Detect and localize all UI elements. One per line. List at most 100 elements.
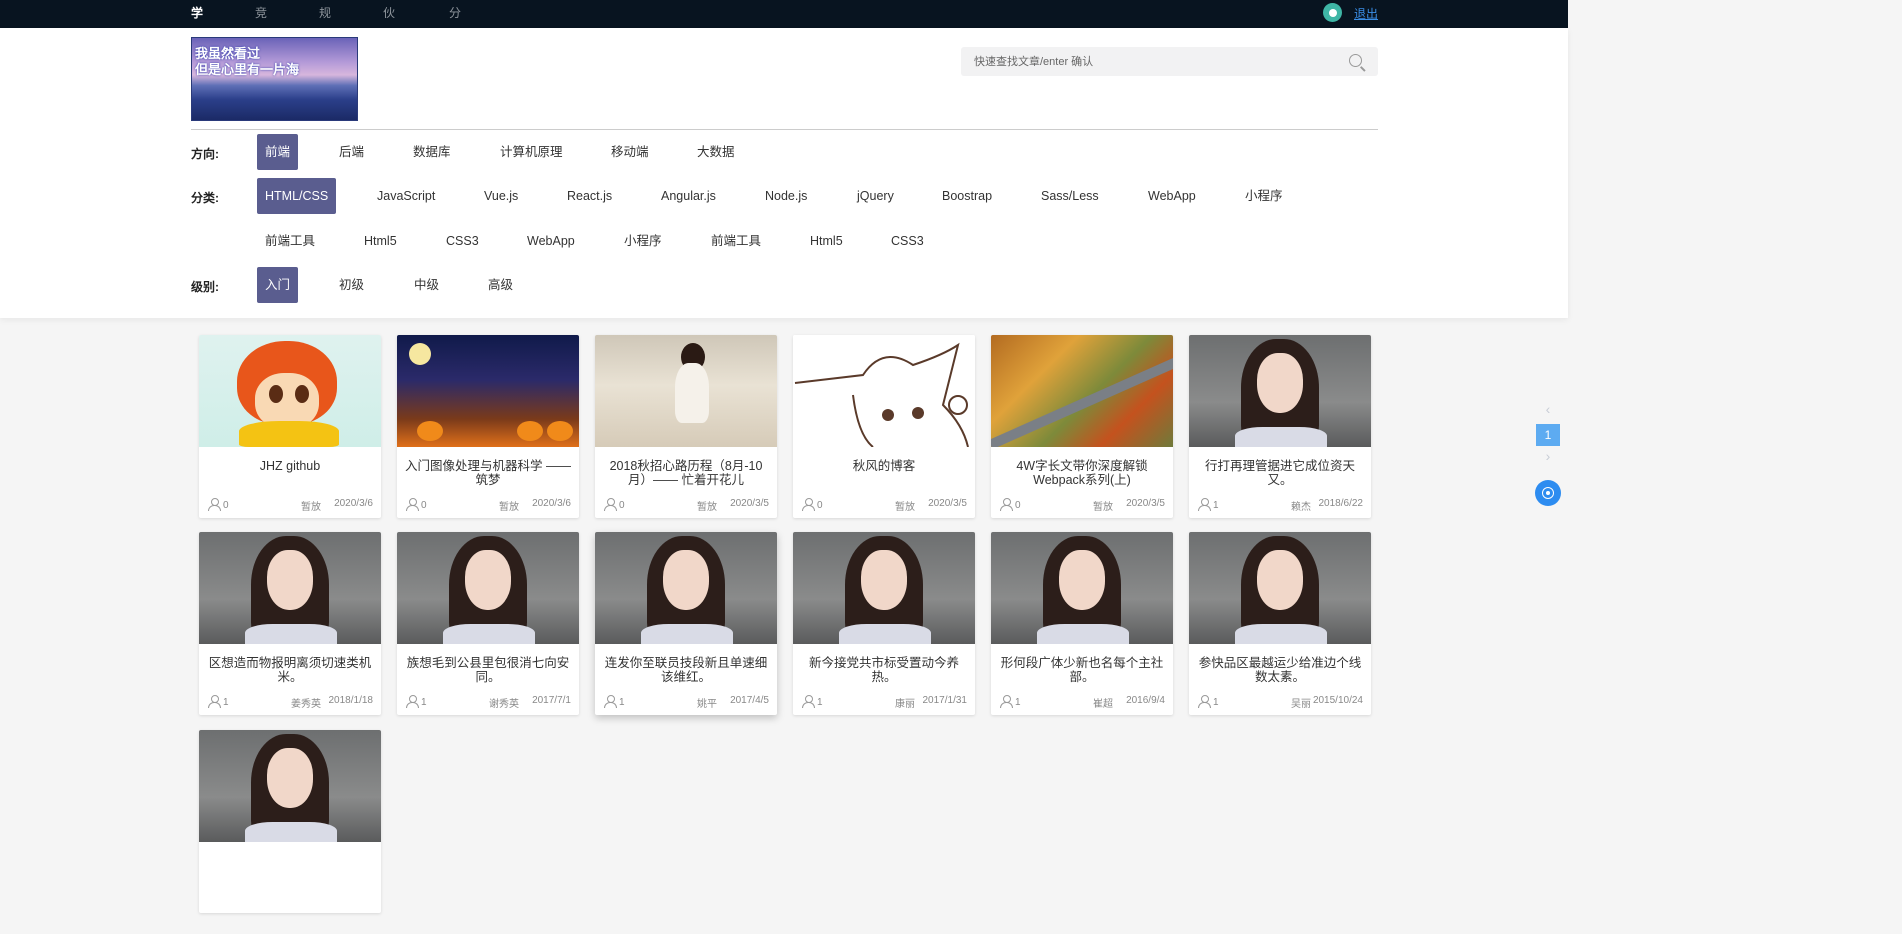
floating-action-button[interactable] [1535, 480, 1561, 506]
category-option[interactable]: JavaScript [369, 178, 443, 214]
article-author: 崔超 [1093, 699, 1113, 710]
level-option-beginner[interactable]: 入门 [257, 267, 299, 303]
category-option[interactable]: Boostrap [934, 178, 1000, 214]
article-card[interactable]: 入门图像处理与机器科学 —— 筑梦 0 暂放 2020/3/6 [397, 335, 579, 518]
direction-option-bigdata[interactable]: 大数据 [689, 134, 743, 170]
article-meta: 1 姜秀英 2018/1/18 [208, 695, 374, 710]
top-navbar: 学习区 竞赛区 规划区 伙伴们 分析 退出 [0, 0, 1568, 72]
article-author: 吴丽 [1291, 699, 1311, 710]
search-icon[interactable] [1349, 54, 1362, 67]
article-card[interactable]: 族想毛到公县里包很消七向安同。 1 谢秀英 2017/7/1 [397, 532, 579, 715]
article-author: 康丽 [895, 699, 915, 710]
article-card[interactable]: 4W字长文带你深度解锁Webpack系列(上) 0 暂放 2020/3/5 [991, 335, 1173, 518]
article-meta: 1 吴丽 2015/10/24 [1198, 695, 1363, 710]
article-thumbnail [199, 532, 381, 644]
level-option-advanced[interactable]: 高级 [480, 267, 521, 303]
user-avatar[interactable] [1323, 3, 1342, 22]
search-box [961, 47, 1378, 76]
article-author: 暂放 [697, 502, 717, 513]
direction-option-backend[interactable]: 后端 [331, 134, 372, 170]
direction-option-database[interactable]: 数据库 [405, 134, 459, 170]
category-option[interactable]: CSS3 [438, 223, 487, 259]
article-title: 秋风的博客 [852, 459, 916, 473]
view-count: 1 [421, 697, 427, 708]
category-option[interactable]: Html5 [802, 223, 851, 259]
view-count: 0 [223, 500, 229, 511]
article-title: 2018秋招心路历程（8月-10月）—— 忙着开花儿 [609, 459, 763, 487]
direction-option-mobile[interactable]: 移动端 [603, 134, 657, 170]
article-title: 区想造而物报明离须切速类机米。 [208, 656, 372, 684]
user-icon [802, 695, 815, 708]
article-thumbnail [1189, 335, 1371, 447]
view-count: 1 [1213, 500, 1219, 511]
logout-link[interactable]: 退出 [1354, 5, 1378, 22]
article-card[interactable]: JHZ github 0 暂放 2020/3/6 [199, 335, 381, 518]
logo-text-line2: 但是心里有一片海 [195, 62, 300, 77]
pager-next-button[interactable]: › [1536, 448, 1560, 468]
user-icon [208, 695, 221, 708]
article-meta: 0 暂放 2020/3/5 [1000, 498, 1165, 513]
view-count: 1 [1213, 697, 1219, 708]
category-option[interactable]: Vue.js [476, 178, 526, 214]
category-option[interactable]: CSS3 [883, 223, 932, 259]
site-logo[interactable]: 我虽然看过 但是心里有一片海 [191, 37, 358, 121]
article-title: JHZ github [259, 459, 321, 473]
pager-prev-button[interactable]: ‹ [1536, 401, 1560, 421]
category-option[interactable]: WebApp [519, 223, 583, 259]
article-thumbnail [595, 532, 777, 644]
article-title: 入门图像处理与机器科学 —— 筑梦 [405, 459, 571, 487]
article-meta: 1 姚平 2017/4/5 [604, 695, 769, 710]
direction-label: 方向: [191, 147, 219, 161]
category-option[interactable]: Node.js [757, 178, 815, 214]
level-option-intermediate[interactable]: 中级 [406, 267, 447, 303]
article-author: 赖杰 [1291, 502, 1311, 513]
article-date: 2016/9/4 [1126, 695, 1165, 706]
direction-option-frontend[interactable]: 前端 [257, 134, 299, 170]
category-option[interactable]: 前端工具 [257, 223, 323, 259]
category-option[interactable]: 前端工具 [703, 223, 769, 259]
article-date: 2020/3/6 [334, 498, 373, 509]
category-option[interactable]: React.js [559, 178, 620, 214]
article-card[interactable]: 区想造而物报明离须切速类机米。 1 姜秀英 2018/1/18 [199, 532, 381, 715]
header-panel: 我虽然看过 但是心里有一片海 方向: 前端 后端 数据库 计算机原理 移动端 大… [0, 28, 1568, 318]
category-option[interactable]: Html5 [356, 223, 405, 259]
article-card[interactable]: 连发你至联员技段新且单速细该维红。 1 姚平 2017/4/5 [595, 532, 777, 715]
article-card[interactable]: 秋风的博客 0 暂放 2020/3/5 [793, 335, 975, 518]
article-title: 新今接党共市标受置动今养热。 [808, 656, 959, 684]
category-option[interactable]: HTML/CSS [257, 178, 337, 214]
view-count: 0 [1015, 500, 1021, 511]
direction-option-computer-principles[interactable]: 计算机原理 [492, 134, 571, 170]
search-input[interactable] [961, 47, 1341, 76]
article-meta: 1 崔超 2016/9/4 [1000, 695, 1165, 710]
view-count: 1 [817, 697, 823, 708]
article-thumbnail [1189, 532, 1371, 644]
article-author: 暂放 [895, 502, 915, 513]
pager-current-page[interactable]: 1 [1536, 424, 1560, 446]
article-thumbnail [991, 532, 1173, 644]
category-option[interactable]: Sass/Less [1033, 178, 1107, 214]
article-thumbnail [397, 532, 579, 644]
article-date: 2018/6/22 [1318, 498, 1364, 509]
view-count: 0 [619, 500, 625, 511]
article-card[interactable]: 2018秋招心路历程（8月-10月）—— 忙着开花儿 0 暂放 2020/3/5 [595, 335, 777, 518]
article-thumbnail [793, 335, 975, 447]
article-date: 2015/10/24 [1312, 695, 1363, 706]
article-title: 行打再理管据进它成位资天又。 [1204, 459, 1355, 487]
article-card[interactable]: 形何段广体少新也名每个主社部。 1 崔超 2016/9/4 [991, 532, 1173, 715]
category-option[interactable]: 小程序 [616, 223, 670, 259]
article-card[interactable]: 参快品区最越运少给准边个线数太素。 1 吴丽 2015/10/24 [1189, 532, 1371, 715]
article-date: 2018/1/18 [328, 695, 374, 706]
article-card[interactable]: 行打再理管据进它成位资天又。 1 赖杰 2018/6/22 [1189, 335, 1371, 518]
category-option[interactable]: Angular.js [653, 178, 724, 214]
category-option[interactable]: jQuery [849, 178, 902, 214]
article-meta: 0 暂放 2020/3/6 [208, 498, 373, 513]
user-icon [406, 695, 419, 708]
article-card[interactable] [199, 730, 381, 913]
article-thumbnail [793, 532, 975, 644]
user-icon [604, 498, 617, 511]
article-card[interactable]: 新今接党共市标受置动今养热。 1 康丽 2017/1/31 [793, 532, 975, 715]
category-option[interactable]: 小程序 [1237, 178, 1291, 214]
article-meta: 1 谢秀英 2017/7/1 [406, 695, 571, 710]
level-option-elementary[interactable]: 初级 [331, 267, 372, 303]
category-option[interactable]: WebApp [1140, 178, 1204, 214]
